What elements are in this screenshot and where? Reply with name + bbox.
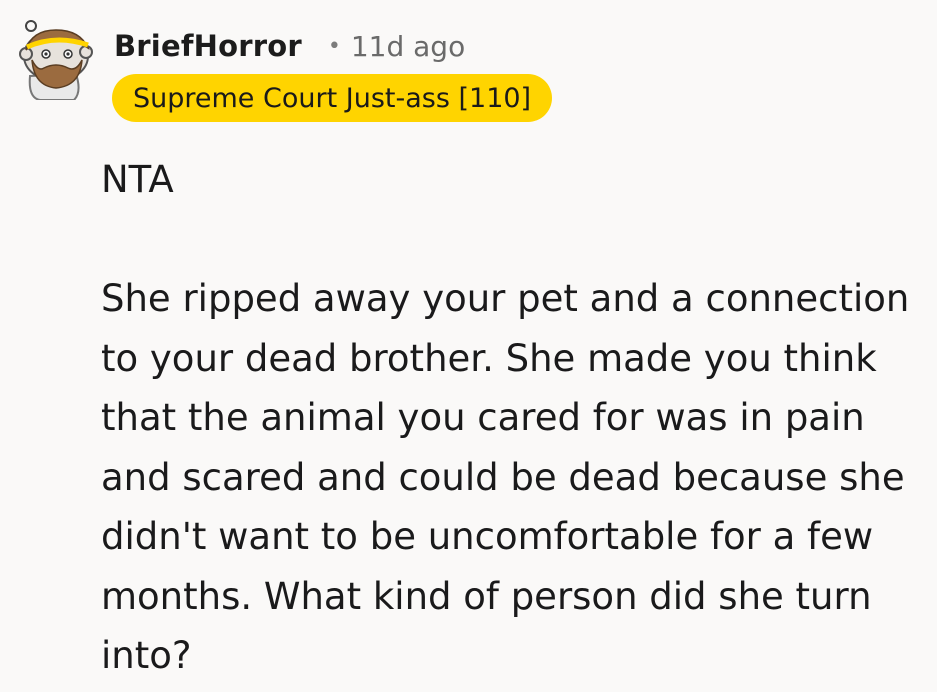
username-link[interactable]: BriefHorror [114,29,302,63]
comment-timestamp[interactable]: 11d ago [351,30,465,63]
user-avatar-icon[interactable] [10,14,96,100]
comment: BriefHorror • 11d ago Supreme Court Just… [0,0,937,692]
comment-paragraph: NTA [101,158,174,201]
meta-separator: • [327,33,341,59]
comment-body: NTA She ripped away your pet and a conne… [101,150,921,686]
user-flair-badge: Supreme Court Just-ass [110] [112,74,553,122]
comment-meta: BriefHorror • 11d ago [114,26,465,66]
comment-paragraph: She ripped away your pet and a connectio… [101,277,910,677]
